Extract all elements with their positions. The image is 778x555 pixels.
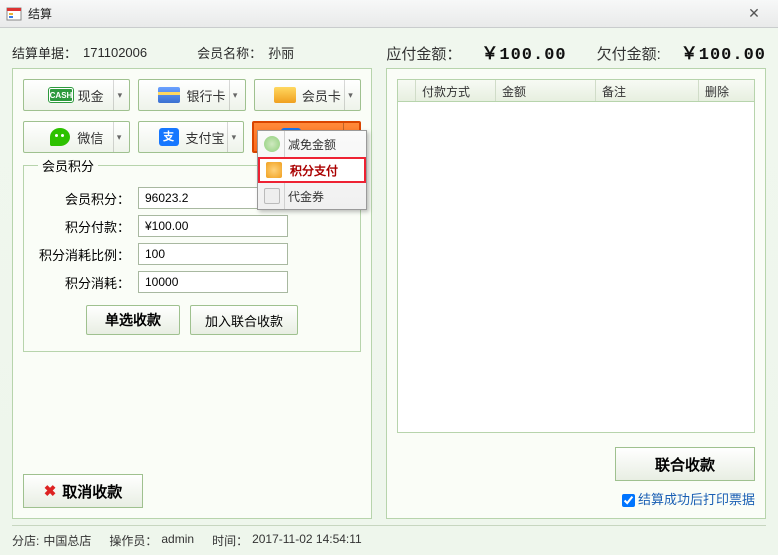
points-ratio-label: 积分消耗比例： — [38, 245, 138, 264]
order-label: 结算单据： — [12, 43, 77, 62]
pay-bank-label: 银行卡 — [186, 86, 225, 105]
col-method[interactable]: 付款方式 — [416, 80, 496, 101]
col-remark[interactable]: 备注 — [596, 80, 699, 101]
member-label: 会员名称： — [197, 43, 262, 62]
points-pay-label: 积分付款： — [38, 217, 138, 236]
points-consume-label: 积分消耗： — [38, 273, 138, 292]
status-time: 2017-11-02 14:54:11 — [252, 532, 362, 549]
status-branch-label: 分店: — [12, 532, 39, 549]
other-dropdown: 减免金额 积分支付 代金券 — [257, 130, 367, 210]
cancel-icon: ✖ — [44, 482, 57, 500]
pay-cash-button[interactable]: CASH 现金 ▾ — [23, 79, 130, 111]
print-checkbox-label[interactable]: 结算成功后打印票据 — [622, 492, 755, 507]
status-op: admin — [161, 532, 194, 549]
titlebar: 结算 ✕ — [0, 0, 778, 28]
wechat-icon — [49, 128, 71, 146]
menu-points-pay[interactable]: 积分支付 — [258, 157, 366, 183]
points-balance-label: 会员积分： — [38, 189, 138, 208]
print-text: 结算成功后打印票据 — [638, 492, 755, 507]
table-header: 付款方式 金额 备注 删除 — [398, 80, 754, 102]
menu-reduce[interactable]: 减免金额 — [258, 131, 366, 157]
table-body — [398, 102, 754, 432]
cash-icon: CASH — [50, 86, 72, 104]
pay-bank-button[interactable]: 银行卡▾ — [138, 79, 245, 111]
pay-alipay-label: 支付宝 — [186, 128, 225, 147]
single-collect-button[interactable]: 单选收款 — [86, 305, 180, 335]
chevron-down-icon[interactable]: ▾ — [113, 122, 125, 152]
chevron-down-icon[interactable]: ▾ — [229, 80, 241, 110]
join-combine-button[interactable]: 加入联合收款 — [190, 305, 298, 335]
pay-wechat-button[interactable]: 微信 ▾ — [23, 121, 130, 153]
right-panel: 付款方式 金额 备注 删除 联合收款 结算成功后打印票据 — [386, 68, 766, 519]
cancel-label: 取消收款 — [62, 481, 122, 502]
owe-label: 欠付金额: — [597, 43, 661, 64]
menu-voucher[interactable]: 代金券 — [258, 183, 366, 209]
payments-table: 付款方式 金额 备注 删除 — [397, 79, 755, 433]
pay-member-label: 会员卡 — [302, 86, 341, 105]
owe-amount: ￥100.00 — [681, 39, 766, 65]
due-label: 应付金额： — [386, 43, 461, 64]
menu-voucher-label: 代金券 — [288, 188, 324, 205]
order-number: 171102006 — [83, 45, 147, 60]
status-branch: 中国总店 — [43, 532, 91, 549]
pay-cash-label: 现金 — [78, 86, 104, 105]
reduce-icon — [264, 136, 280, 152]
pay-member-button[interactable]: 会员卡▾ — [254, 79, 361, 111]
member-name: 孙丽 — [268, 43, 294, 62]
chevron-down-icon[interactable]: ▾ — [113, 80, 125, 110]
col-blank — [398, 80, 416, 101]
col-amount[interactable]: 金额 — [496, 80, 596, 101]
pay-wechat-label: 微信 — [77, 128, 103, 147]
print-checkbox[interactable] — [622, 494, 635, 507]
header-row: 结算单据： 171102006 会员名称： 孙丽 应付金额： ￥100.00 欠… — [12, 36, 766, 68]
col-delete[interactable]: 删除 — [699, 80, 754, 101]
window-title: 结算 — [28, 5, 52, 22]
points-consume-input[interactable] — [138, 271, 288, 293]
status-op-label: 操作员： — [109, 532, 157, 549]
pay-alipay-button[interactable]: 支支付宝▾ — [138, 121, 245, 153]
status-bar: 分店: 中国总店 操作员： admin 时间： 2017-11-02 14:54… — [12, 525, 766, 549]
menu-points-label: 积分支付 — [290, 162, 338, 179]
alipay-icon: 支 — [158, 128, 180, 146]
points-ratio-input[interactable] — [138, 243, 288, 265]
combine-collect-button[interactable]: 联合收款 — [615, 447, 755, 481]
cancel-collect-button[interactable]: ✖ 取消收款 — [23, 474, 143, 508]
points-pay-input[interactable] — [138, 215, 288, 237]
menu-reduce-label: 减免金额 — [288, 136, 336, 153]
points-icon — [266, 162, 282, 178]
chevron-down-icon[interactable]: ▾ — [227, 122, 239, 152]
status-time-label: 时间： — [212, 532, 248, 549]
print-row: 结算成功后打印票据 — [397, 489, 755, 508]
chevron-down-icon[interactable]: ▾ — [344, 80, 356, 110]
voucher-icon — [264, 188, 280, 204]
due-amount: ￥100.00 — [481, 39, 566, 65]
bankcard-icon — [158, 86, 180, 104]
close-icon[interactable]: ✕ — [734, 4, 774, 22]
app-icon — [6, 6, 22, 22]
membercard-icon — [274, 86, 296, 104]
points-legend: 会员积分 — [38, 156, 98, 175]
